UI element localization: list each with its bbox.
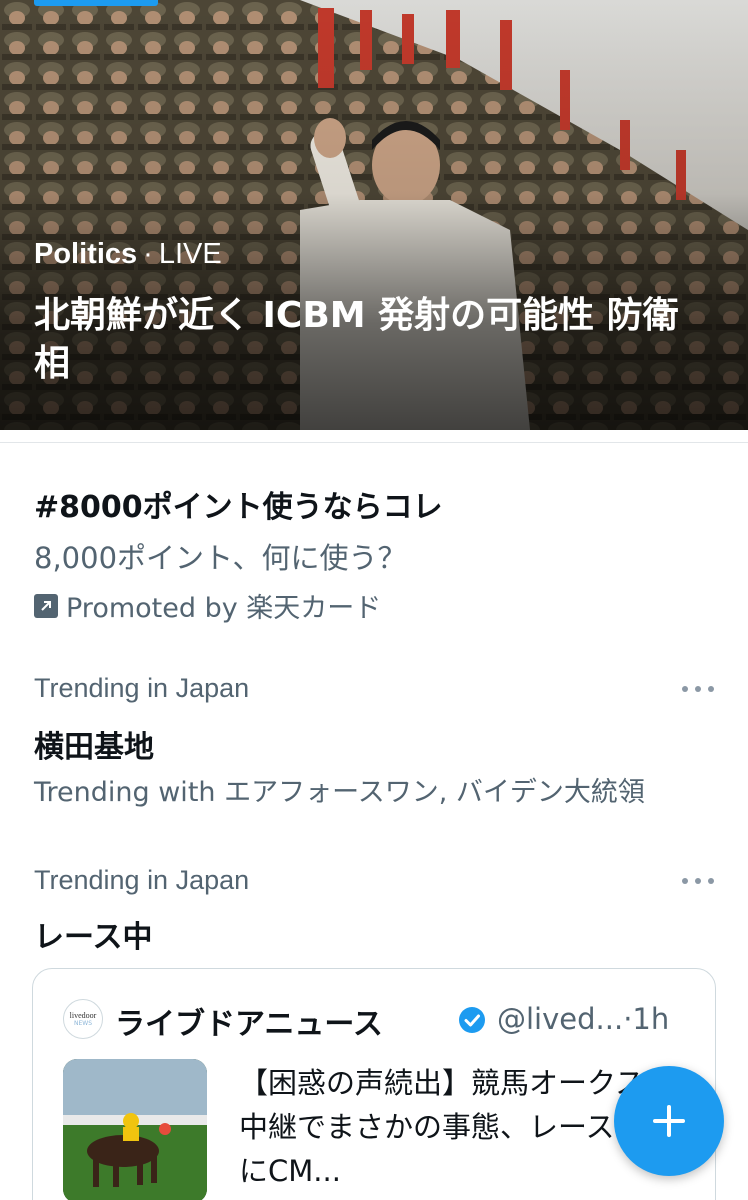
trend-context: Trending in Japan xyxy=(34,673,250,703)
verified-badge-icon xyxy=(459,1007,485,1033)
avatar-logo-text: livedoor xyxy=(69,1011,97,1020)
section-divider xyxy=(0,442,748,443)
trend-name[interactable]: 横田基地 xyxy=(34,722,154,766)
hero-category: Politics xyxy=(34,238,138,270)
promoted-arrow-icon xyxy=(34,593,58,618)
tweet-author-name[interactable]: ライブドアニュース xyxy=(115,999,383,1043)
tweet-text[interactable]: 【困惑の声続出】競馬オークス中継でまさかの事態、レース中にCM... xyxy=(239,1061,659,1193)
trend-context: Trending in Japan xyxy=(34,865,250,895)
tweet-handle: @lived... xyxy=(497,1002,624,1036)
hero-meta: Politics · LIVE xyxy=(34,238,222,271)
horse-race-image xyxy=(63,1059,207,1200)
hero-title[interactable]: 北朝鮮が近く ICBM 発射の可能性 防衛相 xyxy=(34,292,714,388)
avatar[interactable]: livedoor NEWS xyxy=(63,999,103,1039)
embedded-tweet-card[interactable]: livedoor NEWS ライブドアニュース @lived...·1h 【困惑… xyxy=(32,968,716,1200)
promoted-description: 8,000ポイント、何に使う？ xyxy=(34,541,407,575)
promoted-by-label: Promoted by 楽天カード xyxy=(66,593,382,624)
trend-related: Trending with エアフォースワン, バイデン大統領 xyxy=(34,777,645,808)
tweet-handle-time: @lived...·1h xyxy=(497,1002,669,1036)
more-options-icon[interactable] xyxy=(682,683,714,695)
trend-name[interactable]: レース中 xyxy=(34,912,153,956)
tab-indicator xyxy=(34,0,158,6)
hero-separator: · xyxy=(143,238,153,270)
tweet-time: ·1h xyxy=(623,1002,670,1036)
promoted-hashtag[interactable]: #8000ポイント使うならコレ xyxy=(34,482,443,526)
hero-live-news[interactable]: Politics · LIVE 北朝鮮が近く ICBM 発射の可能性 防衛相 xyxy=(0,0,748,430)
compose-tweet-button[interactable] xyxy=(614,1066,724,1176)
promoted-by-line: Promoted by 楽天カード xyxy=(34,586,381,625)
tweet-thumbnail[interactable] xyxy=(63,1059,207,1200)
more-options-icon[interactable] xyxy=(682,875,714,887)
hero-live-status: LIVE xyxy=(158,238,222,270)
avatar-logo-subtext: NEWS xyxy=(73,1020,93,1027)
plus-icon xyxy=(653,1105,685,1137)
